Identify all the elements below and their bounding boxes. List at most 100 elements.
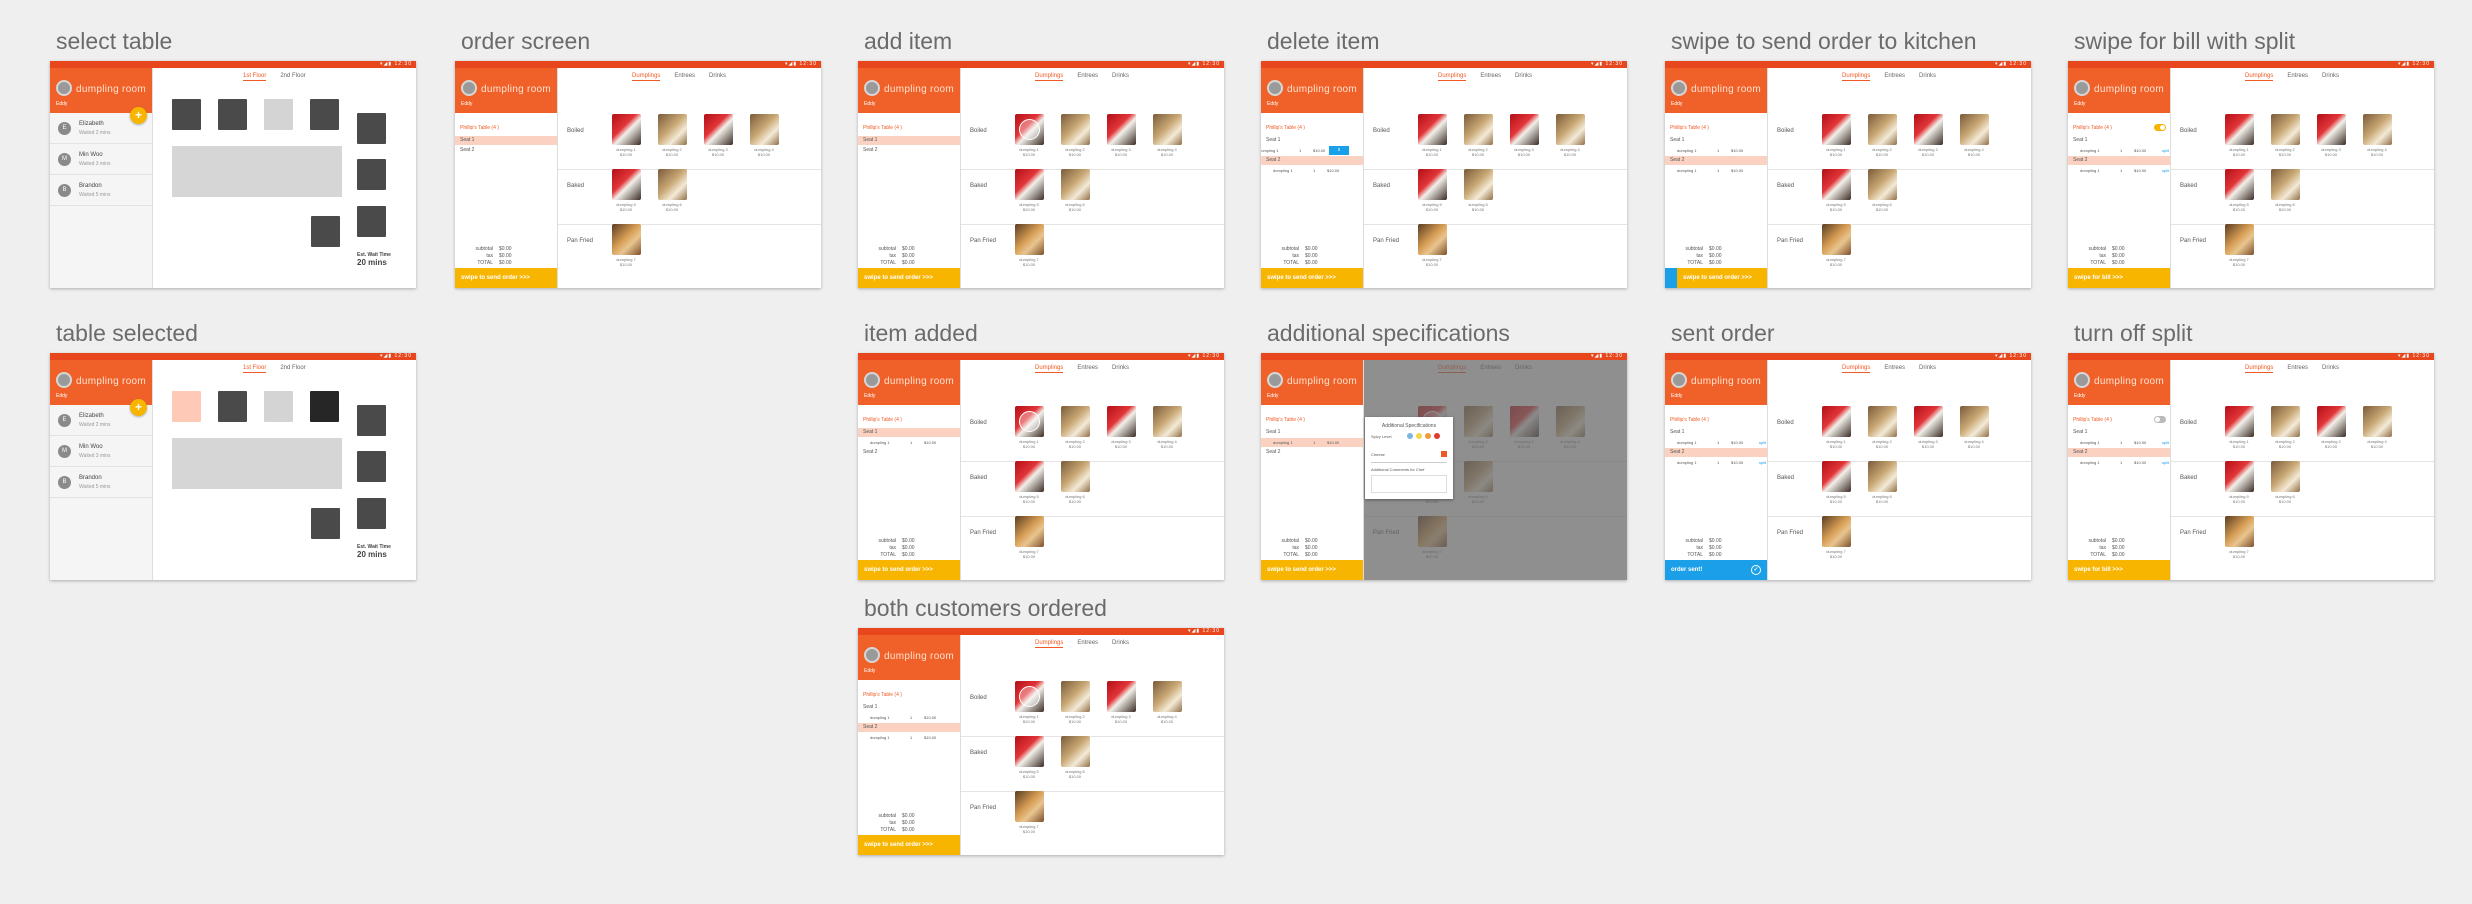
dish-card[interactable] <box>2271 461 2300 492</box>
waitlist-item[interactable]: M Min Woo Waited 3 mins <box>50 436 152 467</box>
seat-row[interactable]: Seat 2 <box>455 146 557 155</box>
waitlist-item[interactable]: M Min Woo Waited 3 mins <box>50 144 152 175</box>
dish-card[interactable] <box>1914 406 1943 437</box>
dish-card[interactable] <box>1061 406 1090 437</box>
tab-menu[interactable]: Drinks <box>1112 73 1129 79</box>
dish-card[interactable] <box>1015 736 1044 767</box>
dish-card[interactable] <box>1868 461 1897 492</box>
dish-card[interactable] <box>1061 681 1090 712</box>
dish-card[interactable] <box>1015 681 1044 712</box>
table-seat[interactable] <box>311 216 340 247</box>
dish-card[interactable] <box>2225 461 2254 492</box>
dish-card[interactable] <box>1015 791 1044 822</box>
seat-row[interactable]: Seat 1 <box>858 136 960 145</box>
swipe-bill-slider[interactable]: swipe for bill >>> <box>2068 268 2170 288</box>
table-seat[interactable] <box>172 99 201 130</box>
tab-menu[interactable]: Entrees <box>1077 640 1098 646</box>
dish-card[interactable] <box>1822 224 1851 255</box>
dish-card[interactable] <box>1822 406 1851 437</box>
dish-card[interactable] <box>2225 224 2254 255</box>
tab-menu[interactable]: Dumplings <box>2245 73 2274 81</box>
order-line[interactable]: dumpling 1 1 $10.00 split <box>1665 458 1767 467</box>
order-line[interactable]: dumpling 1 1 $10.00 <box>1665 146 1767 155</box>
dish-card[interactable] <box>1107 406 1136 437</box>
dish-card[interactable] <box>1868 406 1897 437</box>
dish-card[interactable] <box>750 114 779 145</box>
seat-row[interactable]: Seat 2 <box>2068 448 2170 457</box>
dish-card[interactable] <box>1015 461 1044 492</box>
dish-card[interactable] <box>1107 681 1136 712</box>
seat-row[interactable]: Seat 2 <box>858 146 960 155</box>
seat-row[interactable]: Seat 2 <box>858 723 960 732</box>
tab-menu[interactable]: Drinks <box>1112 640 1129 646</box>
dish-card[interactable] <box>658 114 687 145</box>
swipe-send-slider[interactable]: swipe to send order >>> <box>858 560 960 580</box>
dish-card[interactable] <box>2271 406 2300 437</box>
tab-floor[interactable]: 1st Floor <box>243 73 267 81</box>
table-seat[interactable] <box>264 391 293 422</box>
tab-menu[interactable]: Dumplings <box>2245 365 2274 373</box>
seat-row[interactable]: Seat 2 <box>1665 448 1767 457</box>
order-line[interactable]: dumpling 1 1 $10.00x <box>1261 146 1349 155</box>
tab-menu[interactable]: Drinks <box>1112 365 1129 371</box>
waitlist-item[interactable]: E Elizabeth Waited 2 mins <box>50 405 152 436</box>
delete-button[interactable]: x <box>1329 146 1349 155</box>
dish-card[interactable] <box>1153 406 1182 437</box>
dish-card[interactable] <box>1418 114 1447 145</box>
seat-row[interactable]: Seat 1 <box>858 703 960 712</box>
tab-menu[interactable]: Entrees <box>2287 365 2308 371</box>
dish-card[interactable] <box>2225 169 2254 200</box>
table-seat[interactable] <box>357 159 386 190</box>
tab-floor[interactable]: 1st Floor <box>243 365 267 373</box>
table-seat[interactable] <box>311 508 340 539</box>
dish-card[interactable] <box>1107 114 1136 145</box>
seat-row[interactable]: Seat 2 <box>2068 156 2170 165</box>
dish-card[interactable] <box>1015 169 1044 200</box>
tab-menu[interactable]: Dumplings <box>632 73 661 81</box>
dish-card[interactable] <box>1061 169 1090 200</box>
large-table[interactable] <box>172 146 342 197</box>
order-line[interactable]: dumpling 1 1 $10.00 split <box>2068 458 2170 467</box>
swipe-send-slider[interactable]: swipe to send order >>> <box>858 268 960 288</box>
waitlist-item[interactable]: B Brandon Waited 5 mins <box>50 467 152 498</box>
dish-card[interactable] <box>2317 114 2346 145</box>
dish-card[interactable] <box>2317 406 2346 437</box>
tab-floor[interactable]: 2nd Floor <box>280 365 305 371</box>
order-line[interactable]: dumpling 1 1 $10.00 split <box>2068 166 2170 175</box>
waitlist-item[interactable]: B Brandon Waited 5 mins <box>50 175 152 206</box>
tab-menu[interactable]: Entrees <box>1884 73 1905 79</box>
dish-card[interactable] <box>2271 114 2300 145</box>
order-line[interactable]: dumpling 1 1 $10.00 <box>858 713 960 722</box>
spicy-level-option[interactable] <box>1407 433 1413 439</box>
tab-menu[interactable]: Drinks <box>1919 365 1936 371</box>
dish-card[interactable] <box>1868 169 1897 200</box>
tab-menu[interactable]: Dumplings <box>1035 365 1064 373</box>
table-seat[interactable] <box>357 405 386 436</box>
dish-card[interactable] <box>1464 114 1493 145</box>
seat-row[interactable]: Seat 1 <box>858 428 960 437</box>
tab-menu[interactable]: Drinks <box>709 73 726 79</box>
dish-card[interactable] <box>1822 461 1851 492</box>
order-line[interactable]: dumpling 1 1 $10.00 split <box>2068 146 2170 155</box>
seat-row[interactable]: Seat 1 <box>2068 136 2170 145</box>
dish-card[interactable] <box>1061 736 1090 767</box>
dish-card[interactable] <box>1960 114 1989 145</box>
spicy-level-option[interactable] <box>1425 433 1431 439</box>
dish-card[interactable] <box>2363 114 2392 145</box>
dish-card[interactable] <box>1556 114 1585 145</box>
dish-card[interactable] <box>1061 461 1090 492</box>
dish-card[interactable] <box>1015 224 1044 255</box>
tab-menu[interactable]: Entrees <box>1480 73 1501 79</box>
dish-card[interactable] <box>1015 114 1044 145</box>
dish-card[interactable] <box>1061 114 1090 145</box>
dish-card[interactable] <box>1015 516 1044 547</box>
table-seat[interactable] <box>357 206 386 237</box>
order-line[interactable]: dumpling 1 1 $10.00 split <box>1665 438 1767 447</box>
dish-card[interactable] <box>1914 114 1943 145</box>
tab-menu[interactable]: Dumplings <box>1438 73 1467 81</box>
tab-menu[interactable]: Entrees <box>2287 73 2308 79</box>
dish-card[interactable] <box>1822 516 1851 547</box>
swipe-bill-slider[interactable]: swipe for bill >>> <box>2068 560 2170 580</box>
tab-floor[interactable]: 2nd Floor <box>280 73 305 79</box>
dish-card[interactable] <box>1418 224 1447 255</box>
